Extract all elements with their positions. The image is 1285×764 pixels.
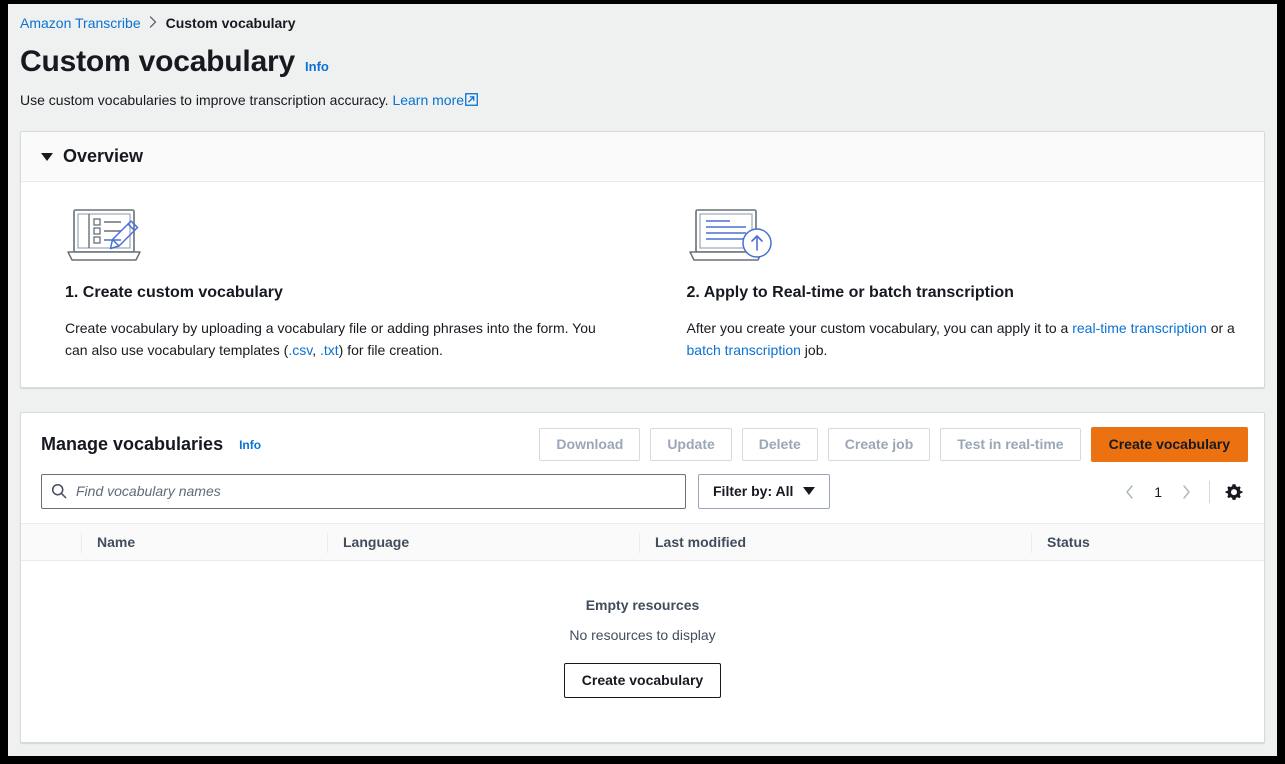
breadcrumb-separator-icon [149, 15, 158, 31]
txt-template-link[interactable]: .txt [320, 342, 339, 358]
chevron-down-icon [803, 487, 815, 495]
test-in-real-time-button[interactable]: Test in real-time [940, 428, 1080, 461]
table-header-select [21, 524, 81, 560]
overview-body: 1. Create custom vocabulary Create vocab… [21, 182, 1264, 387]
next-page-button[interactable] [1174, 481, 1199, 503]
table-header-language[interactable]: Language [327, 524, 639, 560]
laptop-upload-icon [687, 204, 1237, 266]
table-header-name[interactable]: Name [81, 524, 327, 560]
overview-step-2-text-1: After you create your custom vocabulary,… [687, 320, 1073, 336]
empty-state: Empty resources No resources to display … [21, 561, 1264, 742]
overview-step-1-text-2: , [312, 342, 320, 358]
search-input[interactable] [41, 474, 686, 509]
empty-state-title: Empty resources [21, 597, 1264, 613]
delete-button[interactable]: Delete [742, 428, 818, 461]
breadcrumb-item-amazon-transcribe[interactable]: Amazon Transcribe [20, 15, 141, 31]
batch-transcription-link[interactable]: batch transcription [687, 342, 801, 358]
filter-by-label: Filter by: All [713, 483, 793, 499]
table-header-status[interactable]: Status [1031, 524, 1264, 560]
manage-action-buttons: Download Update Delete Create job Test i… [539, 427, 1248, 462]
overview-step-2: 2. Apply to Real-time or batch transcrip… [643, 204, 1265, 361]
manage-vocabularies-header: Manage vocabularies Info Download Update… [21, 413, 1264, 474]
table-header-last-modified[interactable]: Last modified [639, 524, 1031, 560]
page-header: Custom vocabulary Info Use custom vocabu… [8, 31, 1277, 109]
create-job-button[interactable]: Create job [828, 428, 930, 461]
laptop-checklist-pencil-icon [65, 204, 615, 266]
browser-content-frame: Amazon Transcribe Custom vocabulary Cust… [8, 4, 1277, 756]
real-time-transcription-link[interactable]: real-time transcription [1072, 320, 1207, 336]
empty-state-create-vocabulary-button[interactable]: Create vocabulary [564, 663, 721, 698]
vocabularies-table-header: Name Language Last modified Status [21, 523, 1264, 561]
gear-icon[interactable] [1220, 479, 1248, 505]
previous-page-button[interactable] [1117, 481, 1142, 503]
overview-step-2-text: After you create your custom vocabulary,… [687, 317, 1237, 361]
page-description: Use custom vocabularies to improve trans… [20, 92, 1277, 109]
create-vocabulary-button[interactable]: Create vocabulary [1091, 427, 1248, 462]
breadcrumb-item-custom-vocabulary[interactable]: Custom vocabulary [166, 15, 296, 31]
overview-step-1-text: Create vocabulary by uploading a vocabul… [65, 317, 615, 361]
overview-step-2-text-3: job. [801, 342, 827, 358]
learn-more-link[interactable]: Learn more [392, 92, 464, 108]
overview-card-header[interactable]: Overview [21, 132, 1264, 182]
overview-step-1: 1. Create custom vocabulary Create vocab… [21, 204, 643, 361]
collapse-caret-icon[interactable] [41, 153, 53, 161]
overview-title: Overview [63, 146, 143, 167]
overview-step-1-title: 1. Create custom vocabulary [65, 284, 615, 302]
page-description-text: Use custom vocabularies to improve trans… [20, 92, 392, 108]
overview-step-1-text-3: ) for file creation. [339, 342, 443, 358]
manage-vocabularies-card: Manage vocabularies Info Download Update… [20, 412, 1265, 743]
overview-step-2-title: 2. Apply to Real-time or batch transcrip… [687, 284, 1237, 302]
update-button[interactable]: Update [650, 428, 731, 461]
page-info-link[interactable]: Info [305, 59, 329, 74]
external-link-icon [465, 93, 478, 109]
pagination-divider [1209, 481, 1210, 503]
csv-template-link[interactable]: .csv [288, 342, 312, 358]
pagination: 1 [1117, 479, 1248, 505]
page-title-row: Custom vocabulary Info [20, 45, 1277, 79]
empty-state-subtitle: No resources to display [21, 627, 1264, 643]
manage-info-link[interactable]: Info [239, 438, 261, 452]
page-number-1[interactable]: 1 [1144, 480, 1172, 504]
breadcrumb: Amazon Transcribe Custom vocabulary [8, 4, 1277, 31]
filter-by-dropdown[interactable]: Filter by: All [698, 474, 830, 509]
table-filter-row: Filter by: All 1 [21, 474, 1264, 523]
overview-step-2-text-2: or a [1207, 320, 1235, 336]
download-button[interactable]: Download [539, 428, 640, 461]
manage-vocabularies-title: Manage vocabularies [41, 434, 223, 455]
search-box [41, 474, 686, 509]
overview-card: Overview [20, 131, 1265, 388]
page-title: Custom vocabulary [20, 45, 295, 79]
